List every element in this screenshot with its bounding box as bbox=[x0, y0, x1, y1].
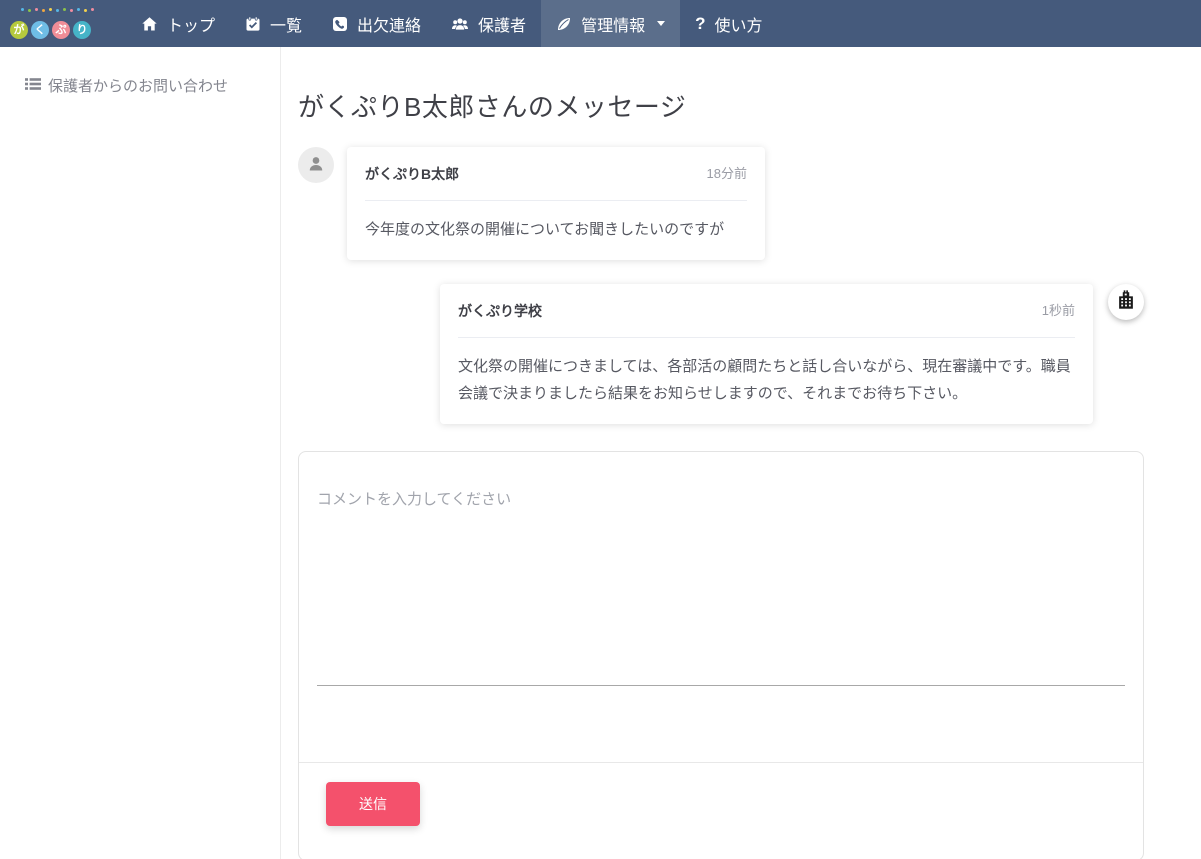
building-icon bbox=[1115, 289, 1137, 316]
comment-form-card: 送信 bbox=[298, 451, 1144, 859]
chevron-down-icon bbox=[657, 21, 665, 26]
top-navbar: がくぷり トップ 一覧 bbox=[0, 0, 1201, 47]
comment-input[interactable] bbox=[317, 468, 1125, 686]
nav-item-label: 管理情報 bbox=[581, 12, 645, 36]
sidebar-item-guardian-inquiries[interactable]: 保護者からのお問い合わせ bbox=[0, 75, 280, 96]
nav-item-list[interactable]: 一覧 bbox=[230, 0, 317, 47]
logo-characters: がくぷり bbox=[10, 21, 91, 39]
phone-square-icon bbox=[332, 16, 348, 32]
list-icon bbox=[25, 77, 41, 95]
avatar bbox=[298, 147, 334, 183]
message-row-guardian: がくぷりB太郎 18分前 今年度の文化祭の開催についてお聞きしたいのですが bbox=[298, 147, 1144, 260]
message-header: がくぷり学校 1秒前 bbox=[458, 301, 1075, 321]
users-icon bbox=[451, 16, 469, 32]
nav-item-admin-info[interactable]: 管理情報 bbox=[541, 0, 680, 47]
message-divider bbox=[458, 337, 1075, 338]
logo-sparkle-dots bbox=[21, 9, 94, 12]
nav-item-attendance[interactable]: 出欠連絡 bbox=[317, 0, 436, 47]
nav-item-label: 一覧 bbox=[270, 12, 302, 36]
avatar bbox=[1108, 284, 1144, 320]
nav-item-label: 保護者 bbox=[478, 12, 526, 36]
home-icon bbox=[141, 16, 158, 32]
nav-item-label: 出欠連絡 bbox=[357, 12, 421, 36]
nav-item-help[interactable]: ? 使い方 bbox=[680, 0, 777, 47]
logo-circle: く bbox=[31, 21, 49, 39]
message-card: がくぷり学校 1秒前 文化祭の開催につきましては、各部活の顧問たちと話し合いなが… bbox=[440, 284, 1093, 424]
send-button[interactable]: 送信 bbox=[326, 782, 420, 826]
message-divider bbox=[365, 200, 747, 201]
app-window: がくぷり トップ 一覧 bbox=[0, 0, 1201, 859]
logo-circle: ぷ bbox=[52, 21, 70, 39]
message-sender: がくぷり学校 bbox=[458, 301, 542, 321]
message-header: がくぷりB太郎 18分前 bbox=[365, 164, 747, 184]
message-body: 文化祭の開催につきましては、各部活の顧問たちと話し合いながら、現在審議中です。職… bbox=[458, 353, 1075, 407]
main-content: がくぷりB太郎さんのメッセージ がくぷりB太郎 bbox=[281, 47, 1201, 859]
comment-form-footer: 送信 bbox=[299, 762, 1143, 859]
comment-form-body bbox=[299, 452, 1143, 762]
message-timestamp: 18分前 bbox=[707, 164, 747, 184]
logo-circle: り bbox=[73, 21, 91, 39]
logo-circle: が bbox=[10, 21, 28, 39]
page-body: 保護者からのお問い合わせ がくぷりB太郎さんのメッセージ bbox=[0, 47, 1201, 859]
person-icon bbox=[306, 153, 326, 178]
sidebar: 保護者からのお問い合わせ bbox=[0, 47, 281, 859]
message-sender: がくぷりB太郎 bbox=[365, 164, 459, 184]
nav-item-label: トップ bbox=[167, 12, 215, 36]
message-body: 今年度の文化祭の開催についてお聞きしたいのですが bbox=[365, 216, 747, 243]
sidebar-item-label: 保護者からのお問い合わせ bbox=[48, 75, 228, 96]
message-card: がくぷりB太郎 18分前 今年度の文化祭の開催についてお聞きしたいのですが bbox=[347, 147, 765, 260]
nav-item-guardians[interactable]: 保護者 bbox=[436, 0, 541, 47]
message-timestamp: 1秒前 bbox=[1042, 301, 1075, 321]
calendar-check-icon bbox=[245, 16, 261, 32]
question-icon: ? bbox=[695, 14, 705, 34]
app-logo[interactable]: がくぷり bbox=[8, 0, 108, 47]
leaf-icon bbox=[556, 16, 572, 32]
nav-item-top[interactable]: トップ bbox=[126, 0, 230, 47]
nav-item-label: 使い方 bbox=[714, 12, 762, 36]
message-row-school: がくぷり学校 1秒前 文化祭の開催につきましては、各部活の顧問たちと話し合いなが… bbox=[298, 284, 1144, 424]
message-thread: がくぷりB太郎 18分前 今年度の文化祭の開催についてお聞きしたいのですが がく… bbox=[298, 147, 1144, 859]
page-title: がくぷりB太郎さんのメッセージ bbox=[298, 87, 1201, 124]
nav-menu: トップ 一覧 bbox=[126, 0, 777, 47]
